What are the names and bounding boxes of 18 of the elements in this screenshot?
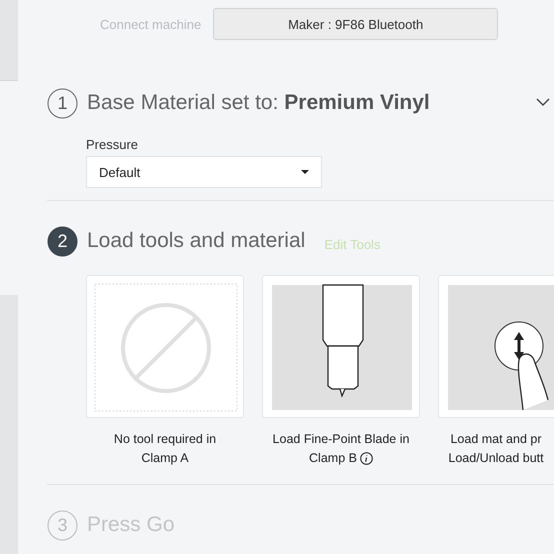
card-caption: Load Fine-Point Blade in <box>272 431 410 448</box>
machine-button[interactable]: Maker : 9F86 Bluetooth <box>213 8 498 40</box>
card-caption: Clamp A <box>141 450 189 467</box>
chevron-icon[interactable] <box>536 98 550 107</box>
card-caption: Load mat and pr <box>450 431 542 448</box>
connect-label: Connect machine <box>100 16 202 32</box>
step-number: 3 <box>56 514 68 536</box>
pressure-label: Pressure <box>86 137 140 152</box>
pressure-select[interactable]: Default <box>86 156 322 188</box>
card-caption: No tool required in <box>114 431 216 448</box>
dropdown-caret-icon <box>301 170 309 174</box>
card-caption: Load/Unload butt <box>448 450 544 467</box>
card-caption: Clamp B <box>309 450 357 467</box>
step-number: 2 <box>56 230 68 252</box>
step-number: 1 <box>56 92 68 114</box>
step-title: Base Material set to: Premium Vinyl <box>87 91 430 115</box>
step-title: Load tools and material <box>87 229 306 253</box>
info-icon[interactable] <box>360 452 373 465</box>
